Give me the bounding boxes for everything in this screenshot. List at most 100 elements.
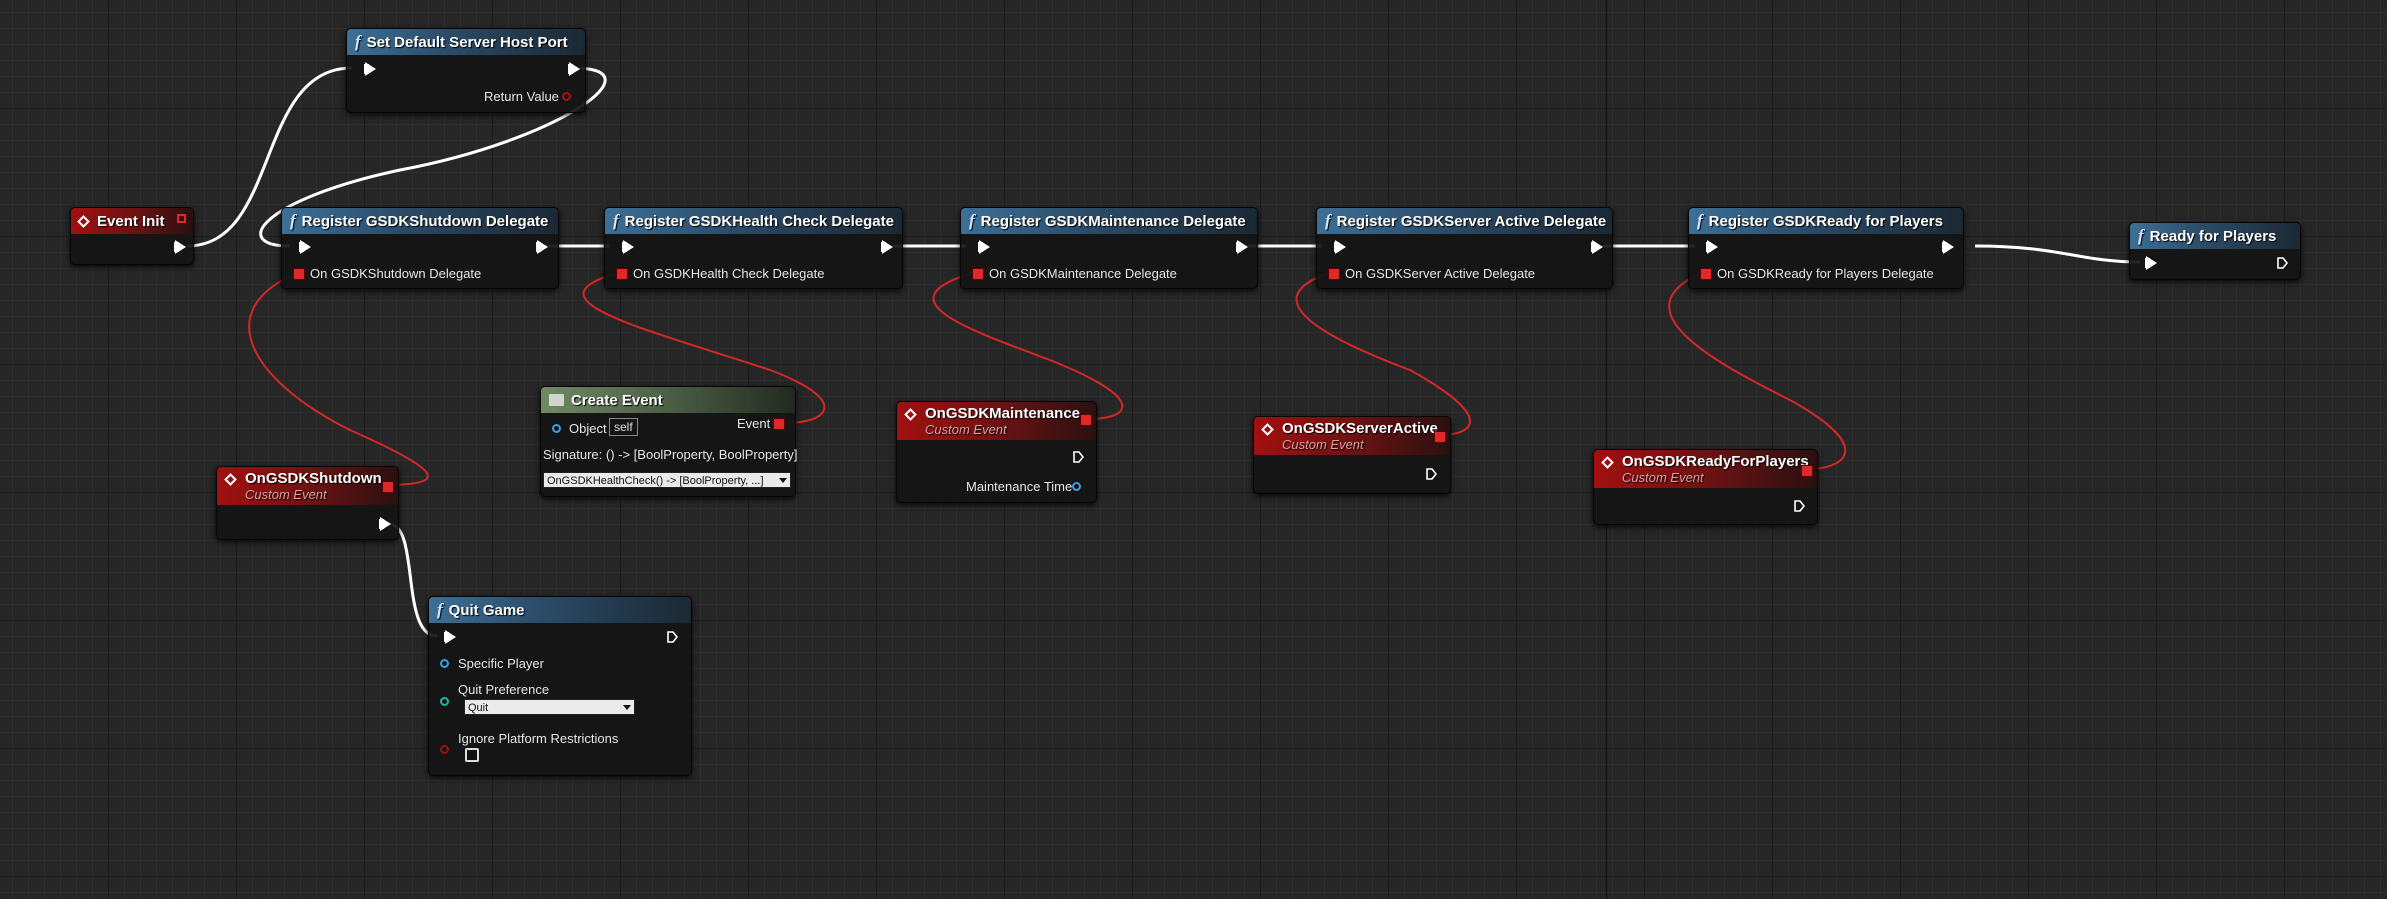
node-header[interactable]: f Set Default Server Host Port — [347, 29, 585, 55]
ignore-platform-restrictions-checkbox[interactable] — [465, 748, 479, 762]
delegate-output-pin[interactable] — [1080, 414, 1092, 426]
exec-out-pin[interactable] — [1591, 240, 1603, 254]
event-diamond-icon — [1261, 423, 1274, 436]
delegate-input-pin[interactable] — [972, 268, 984, 280]
pin-label: On GSDKShutdown Delegate — [310, 266, 482, 281]
register-gsdkhealth-check-delegate-node[interactable]: f Register GSDKHealth Check Delegate On … — [604, 207, 903, 289]
ready-for-players-node[interactable]: f Ready for Players — [2129, 222, 2301, 280]
delegate-input-pin[interactable] — [616, 268, 628, 280]
exec-out-pin[interactable] — [1426, 468, 1437, 480]
node-header[interactable]: f Ready for Players — [2130, 223, 2300, 249]
node-title: OnGSDKMaintenance — [925, 405, 1081, 422]
set-default-server-host-port-node[interactable]: f Set Default Server Host Port Return Va… — [346, 28, 586, 113]
maintenance-time-pin[interactable] — [1072, 482, 1081, 491]
function-select[interactable]: OnGSDKHealthCheck() -> [BoolProperty, ..… — [543, 472, 791, 488]
register-gsdkserver-active-delegate-node[interactable]: f Register GSDKServer Active Delegate On… — [1316, 207, 1613, 289]
node-subtitle: Custom Event — [245, 487, 327, 502]
node-title: Register GSDKServer Active Delegate — [1336, 212, 1607, 230]
exec-in-pin[interactable] — [2145, 256, 2157, 270]
node-title: Set Default Server Host Port — [366, 33, 568, 51]
register-gsdkready-for-players-node[interactable]: f Register GSDKReady for Players On GSDK… — [1688, 207, 1964, 289]
function-icon: f — [613, 211, 619, 230]
exec-out-pin[interactable] — [1942, 240, 1954, 254]
event-diamond-icon — [224, 473, 237, 486]
exec-in-pin[interactable] — [364, 62, 376, 76]
return-value-label: Return Value — [484, 89, 559, 104]
event-diamond-icon — [1601, 456, 1614, 469]
event-label: Event — [737, 416, 771, 431]
node-title: Register GSDKReady for Players — [1708, 212, 1943, 230]
exec-out-pin[interactable] — [667, 631, 678, 643]
ongsdkreadyforplayers-node[interactable]: OnGSDKReadyForPlayers Custom Event — [1593, 449, 1818, 525]
node-header[interactable]: f Register GSDKHealth Check Delegate — [605, 208, 902, 234]
node-header[interactable]: f Quit Game — [429, 597, 691, 623]
ongsdkshutdown-node[interactable]: OnGSDKShutdown Custom Event — [216, 466, 399, 540]
exec-out-pin[interactable] — [379, 517, 391, 531]
chevron-down-icon — [779, 478, 787, 483]
delegate-input-pin[interactable] — [293, 268, 305, 280]
register-gsdkshutdown-delegate-node[interactable]: f Register GSDKShutdown Delegate On GSDK… — [281, 207, 559, 289]
exec-out-pin[interactable] — [568, 62, 580, 76]
exec-in-pin[interactable] — [622, 240, 634, 254]
quit-preference-select[interactable]: Quit — [464, 699, 635, 715]
function-icon: f — [355, 32, 361, 51]
node-header[interactable]: OnGSDKServerActive Custom Event — [1254, 417, 1450, 455]
delegate-wire — [248, 272, 429, 486]
function-icon: f — [290, 211, 296, 230]
exec-out-pin[interactable] — [174, 240, 186, 254]
quit-game-node[interactable]: f Quit Game Specific Player Quit Prefere… — [428, 596, 692, 776]
delegate-wire — [1295, 272, 1471, 436]
node-header[interactable]: f Register GSDKServer Active Delegate — [1317, 208, 1612, 234]
event-output-pin[interactable] — [773, 418, 785, 430]
ongsdkserveractive-node[interactable]: OnGSDKServerActive Custom Event — [1253, 416, 1451, 494]
exec-in-pin[interactable] — [1706, 240, 1718, 254]
exec-in-pin[interactable] — [444, 630, 456, 644]
exec-wire — [1974, 244, 2141, 264]
wires-layer — [186, 66, 2141, 638]
function-icon: f — [437, 600, 443, 619]
node-header[interactable]: OnGSDKMaintenance Custom Event — [897, 402, 1096, 440]
node-title: Quit Game — [448, 601, 525, 619]
node-header[interactable]: f Register GSDKMaintenance Delegate — [961, 208, 1257, 234]
function-icon: f — [2138, 226, 2144, 245]
specific-player-label: Specific Player — [458, 656, 544, 671]
self-value[interactable]: self — [609, 418, 638, 436]
quit-preference-pin[interactable] — [440, 697, 449, 706]
delegate-output-pin[interactable] — [177, 214, 186, 223]
maintenance-time-label: Maintenance Time — [966, 479, 1073, 494]
quit-preference-label: Quit Preference — [458, 682, 550, 697]
ongsdkmaintenance-node[interactable]: OnGSDKMaintenance Custom Event Maintenan… — [896, 401, 1097, 503]
delegate-output-pin[interactable] — [1434, 431, 1446, 443]
exec-out-pin[interactable] — [536, 240, 548, 254]
delegate-input-pin[interactable] — [1328, 268, 1340, 280]
delegate-input-pin[interactable] — [1700, 268, 1712, 280]
exec-in-pin[interactable] — [1334, 240, 1346, 254]
delegate-wire — [932, 272, 1124, 420]
exec-out-pin[interactable] — [2277, 257, 2288, 269]
create-event-node[interactable]: Create Event Object self Event Signature… — [540, 386, 797, 497]
exec-in-pin[interactable] — [299, 240, 311, 254]
ignore-platform-restrictions-pin[interactable] — [440, 745, 449, 754]
event-diamond-icon — [77, 214, 90, 228]
exec-out-pin[interactable] — [881, 240, 893, 254]
node-header[interactable]: Event Init — [71, 208, 193, 234]
exec-out-pin[interactable] — [1073, 451, 1084, 463]
pin-label: On GSDKServer Active Delegate — [1345, 266, 1536, 281]
node-header[interactable]: OnGSDKShutdown Custom Event — [217, 467, 398, 505]
exec-in-pin[interactable] — [978, 240, 990, 254]
delegate-output-pin[interactable] — [382, 481, 394, 493]
node-header[interactable]: f Register GSDKReady for Players — [1689, 208, 1963, 234]
node-header[interactable]: Create Event — [541, 387, 795, 413]
node-header[interactable]: f Register GSDKShutdown Delegate — [282, 208, 558, 234]
exec-out-pin[interactable] — [1236, 240, 1248, 254]
delegate-output-pin[interactable] — [1801, 465, 1813, 477]
node-subtitle: Custom Event — [1282, 437, 1364, 452]
object-input-pin[interactable] — [552, 424, 561, 433]
specific-player-pin[interactable] — [440, 659, 449, 668]
register-gsdkmaintenance-delegate-node[interactable]: f Register GSDKMaintenance Delegate On G… — [960, 207, 1258, 289]
exec-out-pin[interactable] — [1794, 500, 1805, 512]
node-header[interactable]: OnGSDKReadyForPlayers Custom Event — [1594, 450, 1817, 488]
return-value-pin[interactable] — [562, 92, 571, 101]
event-init-node[interactable]: Event Init — [70, 207, 194, 265]
node-title: Create Event — [571, 391, 663, 409]
